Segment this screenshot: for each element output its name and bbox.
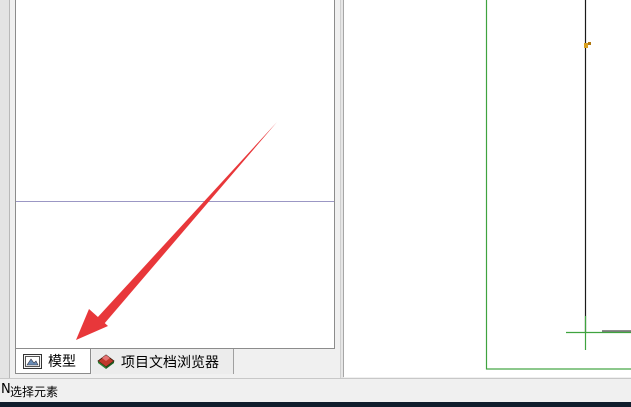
tab-model[interactable]: 模型 [15, 349, 91, 374]
model-icon [23, 353, 42, 369]
drawing-boundary-rect [485, 0, 631, 370]
project-document-browser-icon [97, 354, 115, 369]
tab-model-label: 模型 [48, 354, 76, 370]
tab-project-document-browser[interactable]: 项目文档浏览器 [92, 349, 234, 374]
tab-project-document-browser-label: 项目文档浏览器 [121, 354, 219, 371]
view-divider-line [16, 201, 334, 202]
drawing-canvas[interactable] [343, 0, 631, 377]
status-bar: N 选择元素 [0, 378, 631, 402]
model-view-area[interactable] [15, 0, 335, 349]
panel-edge-strip [0, 0, 10, 378]
status-text: 选择元素 [10, 385, 59, 399]
taskbar-strip [0, 402, 631, 407]
panel-tab-bar: 模型 项目文档浏览器 [15, 349, 335, 375]
